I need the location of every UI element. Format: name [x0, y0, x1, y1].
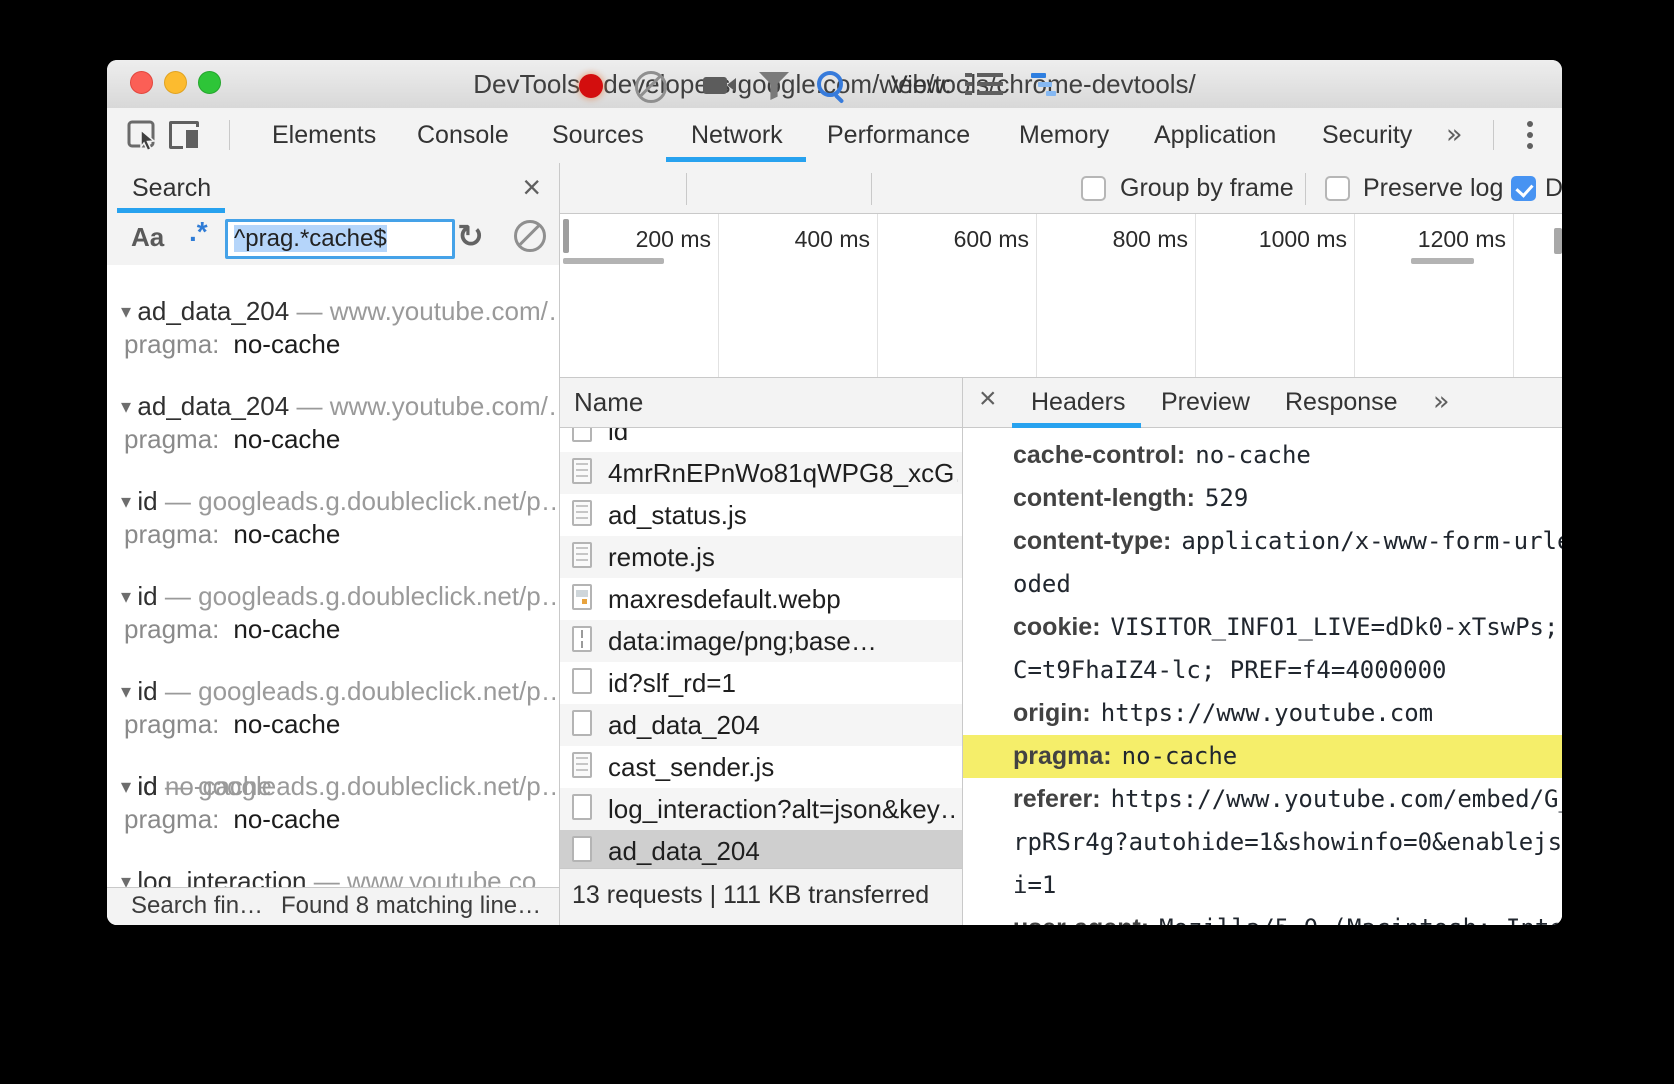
group-by-frame-checkbox[interactable]: [1081, 176, 1106, 201]
search-network-icon[interactable]: [817, 71, 843, 97]
search-controls: Aa .* ^prag.*cache$ ↻: [107, 213, 559, 266]
tab-sources[interactable]: Sources: [552, 108, 644, 162]
network-rows: id 4mrRnEPnWo81qWPG8_xcG… ad_status.js r…: [560, 428, 962, 868]
network-row[interactable]: ad_status.js: [560, 494, 962, 536]
group-by-frame-label: Group by frame: [1120, 163, 1294, 213]
highlighted-header-line: pragma:no-cache: [963, 735, 1562, 778]
disable-cache-label: D: [1545, 163, 1562, 213]
overview-scroll-thumb[interactable]: [1554, 228, 1562, 254]
disable-cache-checkbox[interactable]: [1511, 176, 1536, 201]
search-input[interactable]: ^prag.*cache$: [225, 219, 455, 259]
clear-search-icon[interactable]: [514, 220, 546, 252]
tab-security[interactable]: Security: [1322, 108, 1412, 162]
network-request-table: Name id 4mrRnEPnWo81qWPG8_xcG… ad_status…: [559, 377, 962, 925]
file-icon: [572, 668, 592, 694]
search-status: Search fin…: [131, 888, 263, 924]
record-network-log-button[interactable]: [579, 74, 603, 98]
match-case-toggle[interactable]: Aa: [131, 222, 164, 253]
toggle-device-toolbar-icon[interactable]: [169, 121, 201, 151]
tab-elements[interactable]: Elements: [272, 108, 376, 162]
active-tab-underline: [666, 157, 806, 162]
tab-memory[interactable]: Memory: [1019, 108, 1109, 162]
file-icon: [572, 584, 592, 610]
network-row[interactable]: log_interaction?alt=json&key…: [560, 788, 962, 830]
file-icon: [572, 710, 592, 736]
devtools-window: DevTools - developers.google.com/web/too…: [107, 60, 1562, 925]
preserve-log-label: Preserve log: [1363, 163, 1503, 213]
close-search-panel-icon[interactable]: ×: [522, 169, 541, 206]
devtools-tabbar: Elements Console Sources Network Perform…: [107, 108, 1562, 164]
file-icon: [572, 836, 592, 862]
search-panel-title: Search: [132, 163, 211, 213]
inspect-element-icon[interactable]: [127, 120, 161, 152]
timeline-tick: 800 ms: [1113, 226, 1188, 253]
tab-preview[interactable]: Preview: [1161, 378, 1250, 426]
timeline-tick: 1000 ms: [1259, 226, 1347, 253]
more-detail-tabs-icon[interactable]: »: [1433, 378, 1450, 426]
preserve-log-checkbox[interactable]: [1325, 176, 1350, 201]
waterfall-view-icon[interactable]: [1031, 73, 1063, 97]
file-icon: [572, 794, 592, 820]
name-column-header[interactable]: Name: [560, 377, 962, 428]
headers-content: cache-control:no-cache content-length:52…: [963, 428, 1562, 925]
network-row[interactable]: id?slf_rd=1: [560, 662, 962, 704]
tab-application[interactable]: Application: [1154, 108, 1276, 162]
timeline-tick: 1200 ms: [1418, 226, 1506, 253]
timeline-tick: 200 ms: [636, 226, 711, 253]
network-row[interactable]: ad_data_204: [560, 704, 962, 746]
timeline-tick: 600 ms: [954, 226, 1029, 253]
network-summary-bar: 13 requests | 111 KB transferred: [560, 868, 962, 925]
network-overview-timeline: 200 ms 400 ms 600 ms 800 ms 1000 ms 1200…: [559, 213, 1562, 377]
file-icon: [572, 542, 592, 568]
network-row[interactable]: id: [560, 428, 962, 452]
search-status-bar: Search fin… Found 8 matching line…: [107, 887, 559, 925]
tab-network[interactable]: Network: [691, 108, 783, 162]
overview-resource-bar: [563, 258, 664, 264]
file-icon: [572, 500, 592, 526]
tab-performance[interactable]: Performance: [827, 108, 970, 162]
request-details-pane: × Headers Preview Response » cache-contr…: [962, 377, 1562, 925]
capture-screenshots-icon[interactable]: [703, 77, 727, 94]
network-row[interactable]: 4mrRnEPnWo81qWPG8_xcG…: [560, 452, 962, 494]
search-panel-header: Search ×: [107, 163, 559, 213]
overview-resource-bar: [1411, 258, 1474, 264]
file-icon: [572, 428, 592, 442]
more-tabs-icon[interactable]: »: [1446, 108, 1463, 162]
file-icon: [572, 626, 592, 652]
details-tabbar: × Headers Preview Response »: [963, 377, 1562, 428]
search-panel: Search × Aa .* ^prag.*cache$ ↻ ▾ ad_data…: [107, 163, 559, 925]
network-row[interactable]: remote.js: [560, 536, 962, 578]
search-results: ▾ ad_data_204 — www.youtube.com/… pragma…: [107, 265, 559, 888]
overview-resource-bar: [563, 219, 569, 253]
network-row-selected[interactable]: ad_data_204: [560, 830, 962, 868]
network-row[interactable]: data:image/png;base…: [560, 620, 962, 662]
clear-network-log-icon[interactable]: [635, 71, 667, 103]
network-row[interactable]: maxresdefault.webp: [560, 578, 962, 620]
search-match-count: Found 8 matching line…: [281, 888, 541, 924]
large-rows-view-icon[interactable]: [965, 73, 1003, 97]
tab-response[interactable]: Response: [1285, 378, 1398, 426]
close-details-icon[interactable]: ×: [979, 382, 997, 416]
timeline-tick: 400 ms: [795, 226, 870, 253]
view-label: View:: [891, 60, 952, 110]
file-icon: [572, 752, 592, 778]
tab-headers[interactable]: Headers: [1031, 378, 1126, 426]
tab-console[interactable]: Console: [417, 108, 509, 162]
refresh-search-icon[interactable]: ↻: [457, 217, 484, 255]
file-icon: [572, 458, 592, 484]
regex-toggle[interactable]: .*: [189, 216, 208, 248]
network-row[interactable]: cast_sender.js: [560, 746, 962, 788]
request-summary: 13 requests | 111 KB transferred: [572, 869, 929, 921]
